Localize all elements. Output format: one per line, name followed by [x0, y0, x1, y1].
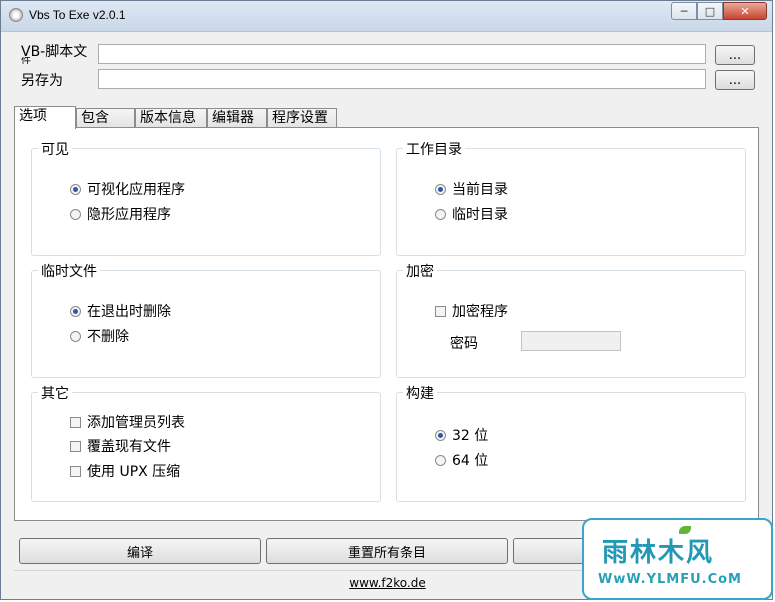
title-bar[interactable]: Vbs To Exe v2.0.1 ─ □ ✕	[1, 1, 772, 32]
checkbox-icon	[70, 465, 81, 477]
group-workdir: 工作目录 当前目录 临时目录	[396, 139, 746, 256]
tab-program-settings[interactable]: 程序设置	[267, 108, 337, 128]
checkbox-icon	[70, 440, 81, 452]
radio-selected-icon	[435, 183, 446, 195]
checkbox-icon	[435, 305, 446, 317]
minimize-button[interactable]: ─	[671, 2, 697, 20]
checkbox-overwrite-files-label: 覆盖现有文件	[87, 439, 171, 455]
watermark-logo: 雨林木风 WwW.YLMFU.CoM	[582, 518, 773, 600]
group-encrypt-title: 加密	[403, 261, 437, 281]
radio-no-delete-label: 不删除	[87, 329, 129, 345]
checkbox-add-admin-label: 添加管理员列表	[87, 415, 185, 431]
radio-32bit[interactable]: 32 位	[435, 425, 488, 445]
vbs-script-field[interactable]	[98, 44, 706, 64]
radio-selected-icon	[70, 305, 81, 317]
tab-editor[interactable]: 编辑器	[207, 108, 267, 128]
group-workdir-title: 工作目录	[403, 139, 465, 159]
checkbox-icon	[70, 416, 81, 428]
radio-unselected-icon	[70, 330, 81, 342]
window-title: Vbs To Exe v2.0.1	[29, 8, 126, 22]
radio-current-dir-label: 当前目录	[452, 182, 508, 198]
browse-script-button[interactable]: ...	[715, 45, 755, 65]
group-tempfiles-title: 临时文件	[38, 261, 100, 281]
watermark-logo-text: 雨林木风	[602, 538, 715, 568]
app-gear-icon	[9, 8, 23, 22]
checkbox-upx-compress-label: 使用 UPX 压缩	[87, 464, 181, 480]
checkbox-encrypt-program-label: 加密程序	[452, 304, 508, 320]
maximize-button[interactable]: □	[697, 2, 723, 20]
radio-delete-on-exit-label: 在退出时删除	[87, 304, 171, 320]
radio-hidden-app-label: 隐形应用程序	[87, 207, 171, 223]
checkbox-upx-compress[interactable]: 使用 UPX 压缩	[70, 461, 180, 481]
tab-include[interactable]: 包含	[76, 108, 135, 128]
group-build: 构建 32 位 64 位	[396, 383, 746, 502]
radio-64bit[interactable]: 64 位	[435, 450, 488, 470]
checkbox-add-admin[interactable]: 添加管理员列表	[70, 412, 185, 432]
radio-32bit-label: 32 位	[452, 428, 489, 444]
radio-unselected-icon	[435, 208, 446, 220]
reset-all-button[interactable]: 重置所有条目	[266, 538, 508, 564]
group-tempfiles: 临时文件 在退出时删除 不删除	[31, 261, 381, 378]
checkbox-overwrite-files[interactable]: 覆盖现有文件	[70, 436, 171, 456]
checkbox-encrypt-program[interactable]: 加密程序	[435, 301, 508, 321]
radio-temp-dir[interactable]: 临时目录	[435, 204, 508, 224]
radio-hidden-app[interactable]: 隐形应用程序	[70, 204, 171, 224]
group-other: 其它 添加管理员列表 覆盖现有文件 使用 UPX 压缩	[31, 383, 381, 502]
radio-unselected-icon	[435, 454, 446, 466]
radio-delete-on-exit[interactable]: 在退出时删除	[70, 301, 171, 321]
compile-button[interactable]: 编译	[19, 538, 261, 564]
radio-64bit-label: 64 位	[452, 453, 489, 469]
close-button[interactable]: ✕	[723, 2, 767, 20]
password-field[interactable]	[521, 331, 621, 351]
tab-options[interactable]: 选项	[14, 106, 76, 129]
close-icon: ✕	[740, 4, 750, 18]
radio-selected-icon	[435, 429, 446, 441]
group-visible: 可见 可视化应用程序 隐形应用程序	[31, 139, 381, 256]
radio-no-delete[interactable]: 不删除	[70, 326, 129, 346]
radio-unselected-icon	[70, 208, 81, 220]
vbs-script-label-overflow: 件	[21, 57, 31, 64]
radio-current-dir[interactable]: 当前目录	[435, 179, 508, 199]
options-tab-panel: 可见 可视化应用程序 隐形应用程序 工作目录 当前目录 临时目录 临时文件 在退…	[14, 127, 759, 521]
group-other-title: 其它	[38, 383, 72, 403]
save-as-label: 另存为	[21, 73, 63, 89]
radio-visual-app[interactable]: 可视化应用程序	[70, 179, 185, 199]
password-label: 密码	[450, 336, 478, 352]
tab-version-info[interactable]: 版本信息	[135, 108, 207, 128]
watermark-url: WwW.YLMFU.CoM	[598, 572, 742, 587]
browse-save-button[interactable]: ...	[715, 70, 755, 90]
group-encrypt: 加密 加密程序 密码	[396, 261, 746, 378]
group-build-title: 构建	[403, 383, 437, 403]
radio-temp-dir-label: 临时目录	[452, 207, 508, 223]
save-as-field[interactable]	[98, 69, 706, 89]
maximize-icon: □	[704, 4, 716, 18]
radio-visual-app-label: 可视化应用程序	[87, 182, 185, 198]
minimize-icon: ─	[680, 4, 688, 18]
group-visible-title: 可见	[38, 139, 72, 159]
window-controls: ─ □ ✕	[671, 2, 767, 22]
radio-selected-icon	[70, 183, 81, 195]
